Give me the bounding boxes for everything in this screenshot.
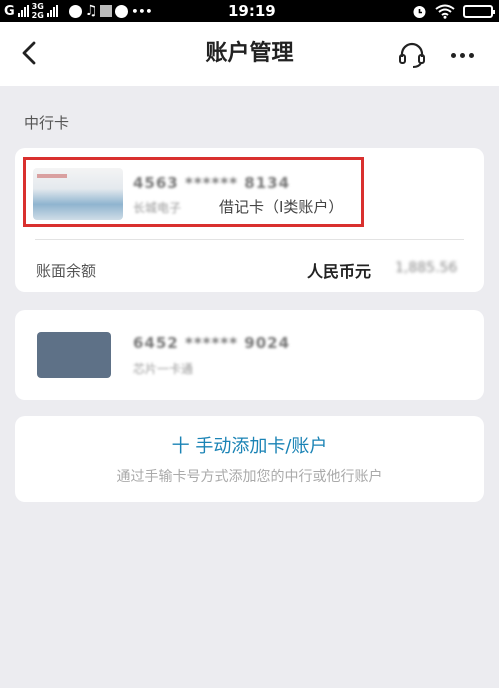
more-dots-icon	[450, 52, 456, 58]
more-notifications: •••	[131, 4, 153, 18]
balance-label: 账面余额	[36, 262, 97, 280]
chat-notification-icon	[115, 4, 129, 18]
card-product-name: 长城电子	[133, 201, 182, 215]
network-top: 3G	[31, 2, 44, 11]
card-product-name: 芯片一卡通	[133, 362, 194, 376]
card-number: 6452 ****** 9024	[133, 334, 291, 352]
section-label-boc-cards: 中行卡	[24, 114, 70, 132]
balance-amount: 1,885.56	[395, 260, 458, 276]
network-type: 3G 2G	[32, 2, 44, 20]
clock: 19:19	[228, 2, 276, 20]
divider	[35, 239, 464, 240]
battery-icon	[463, 4, 495, 18]
alarm-icon	[413, 5, 426, 18]
currency-label: 人民币元	[307, 262, 372, 281]
carrier-label: G	[4, 3, 15, 19]
more-dot	[468, 52, 474, 58]
signal-icon-2	[46, 5, 58, 17]
chevron-left-icon	[22, 41, 36, 65]
add-card-title: 十 手动添加卡/账户	[171, 436, 328, 457]
status-bar: G 3G 2G ♫ ••• 19:19	[0, 0, 499, 22]
customer-service-button[interactable]	[397, 40, 427, 70]
add-card-button[interactable]: 十 手动添加卡/账户 通过手输卡号方式添加您的中行或他行账户	[15, 416, 484, 502]
more-button[interactable]	[445, 40, 479, 70]
signal-icon	[17, 5, 29, 17]
app-notification-icon	[68, 4, 82, 18]
card-type-label: 借记卡（I类账户）	[219, 198, 344, 216]
status-left: G 3G 2G ♫ •••	[4, 0, 152, 22]
card-image	[33, 168, 123, 220]
headset-icon	[399, 42, 425, 68]
music-icon: ♫	[84, 3, 98, 19]
account-card-second[interactable]: 6452 ****** 9024 芯片一卡通	[15, 310, 484, 400]
more-dot	[459, 52, 465, 58]
account-card-debit[interactable]: 4563 ****** 8134 长城电子 借记卡（I类账户） 账面余额 人民币…	[15, 148, 484, 292]
image-notification-icon	[100, 5, 113, 17]
card-number: 4563 ****** 8134	[133, 174, 291, 192]
card-image	[37, 332, 111, 378]
network-bottom: 2G	[31, 11, 44, 20]
add-card-subtitle: 通过手输卡号方式添加您的中行或他行账户	[116, 469, 383, 485]
status-right	[412, 0, 495, 22]
back-button[interactable]	[12, 36, 46, 70]
wifi-icon	[435, 4, 455, 19]
navigation-bar: 账户管理	[0, 22, 499, 86]
